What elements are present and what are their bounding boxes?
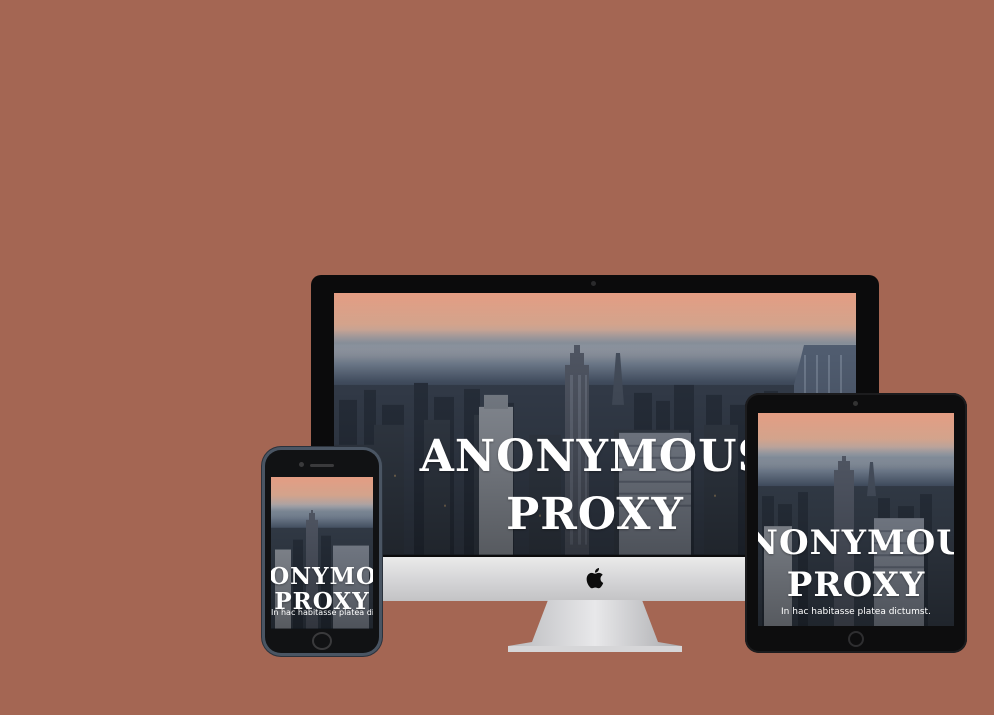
iphone-hero-screen: ANONYMOUS PROXY In hac habitasse platea …	[271, 477, 373, 629]
ipad-device: ANONYMOUS PROXY In hac habitasse platea …	[745, 393, 967, 653]
ipad-camera	[853, 401, 858, 406]
ipad-headline-line2: PROXY	[786, 565, 926, 605]
iphone-headline-line1: ANONYMOUS	[271, 563, 373, 590]
ipad-subtitle: In hac habitasse platea dictumst.	[781, 607, 931, 617]
ipad-hero-screen: ANONYMOUS PROXY In hac habitasse platea …	[758, 413, 954, 626]
ipad-home-button	[848, 631, 864, 647]
imac-stand	[508, 600, 682, 652]
iphone-speaker	[310, 464, 334, 467]
iphone-home-button	[312, 632, 332, 650]
iphone-subtitle: In hac habitasse platea dictumst.	[271, 608, 373, 617]
apple-logo-icon	[586, 568, 604, 589]
imac-camera	[591, 281, 596, 286]
ipad-headline-line1: ANONYMOUS	[758, 523, 954, 563]
iphone-device: ANONYMOUS PROXY In hac habitasse platea …	[265, 450, 379, 653]
iphone-camera	[299, 462, 304, 467]
